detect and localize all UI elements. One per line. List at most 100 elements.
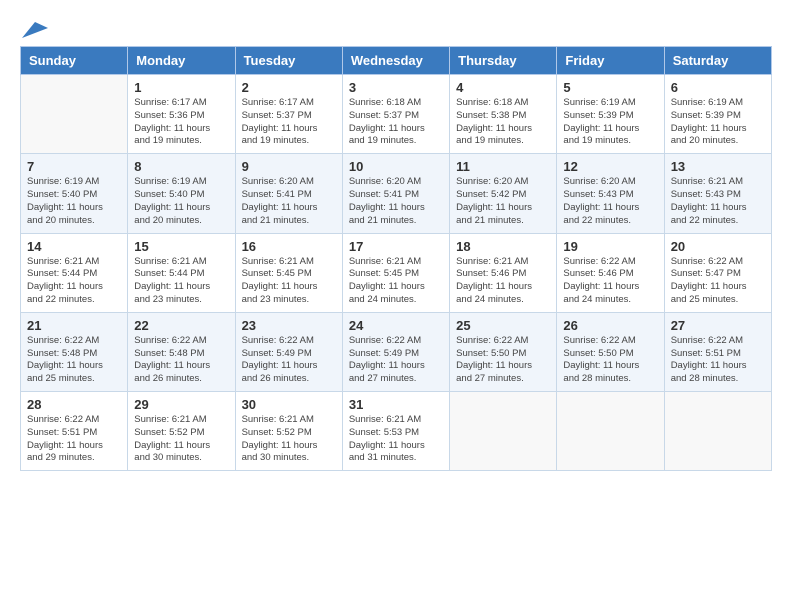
cell-info: Sunrise: 6:21 AMSunset: 5:46 PMDaylight:…: [456, 256, 550, 307]
calendar-cell: 2 Sunrise: 6:17 AMSunset: 5:37 PMDaylight…: [235, 75, 342, 154]
calendar-header-row: SundayMondayTuesdayWednesdayThursdayFrid…: [21, 47, 772, 75]
cell-info: Sunrise: 6:22 AMSunset: 5:49 PMDaylight:…: [349, 335, 443, 386]
cell-info: Sunrise: 6:21 AMSunset: 5:53 PMDaylight:…: [349, 414, 443, 465]
cell-info: Sunrise: 6:20 AMSunset: 5:42 PMDaylight:…: [456, 176, 550, 227]
logo: [20, 20, 48, 36]
cell-info: Sunrise: 6:22 AMSunset: 5:47 PMDaylight:…: [671, 256, 765, 307]
cell-info: Sunrise: 6:18 AMSunset: 5:37 PMDaylight:…: [349, 97, 443, 148]
day-number: 25: [456, 318, 550, 333]
calendar-cell: 13 Sunrise: 6:21 AMSunset: 5:43 PMDayligh…: [664, 154, 771, 233]
cell-info: Sunrise: 6:18 AMSunset: 5:38 PMDaylight:…: [456, 97, 550, 148]
calendar-cell: [450, 392, 557, 471]
day-number: 26: [563, 318, 657, 333]
day-header-friday: Friday: [557, 47, 664, 75]
cell-info: Sunrise: 6:21 AMSunset: 5:43 PMDaylight:…: [671, 176, 765, 227]
day-header-sunday: Sunday: [21, 47, 128, 75]
cell-info: Sunrise: 6:22 AMSunset: 5:48 PMDaylight:…: [27, 335, 121, 386]
cell-info: Sunrise: 6:17 AMSunset: 5:36 PMDaylight:…: [134, 97, 228, 148]
cell-info: Sunrise: 6:22 AMSunset: 5:46 PMDaylight:…: [563, 256, 657, 307]
cell-info: Sunrise: 6:22 AMSunset: 5:50 PMDaylight:…: [456, 335, 550, 386]
day-header-saturday: Saturday: [664, 47, 771, 75]
calendar-cell: [557, 392, 664, 471]
day-number: 4: [456, 80, 550, 95]
calendar-cell: 22 Sunrise: 6:22 AMSunset: 5:48 PMDayligh…: [128, 312, 235, 391]
cell-info: Sunrise: 6:19 AMSunset: 5:39 PMDaylight:…: [671, 97, 765, 148]
day-number: 19: [563, 239, 657, 254]
calendar-cell: 1 Sunrise: 6:17 AMSunset: 5:36 PMDaylight…: [128, 75, 235, 154]
calendar-cell: 14 Sunrise: 6:21 AMSunset: 5:44 PMDayligh…: [21, 233, 128, 312]
day-number: 12: [563, 159, 657, 174]
day-number: 2: [242, 80, 336, 95]
calendar-cell: 11 Sunrise: 6:20 AMSunset: 5:42 PMDayligh…: [450, 154, 557, 233]
day-number: 27: [671, 318, 765, 333]
cell-info: Sunrise: 6:19 AMSunset: 5:40 PMDaylight:…: [134, 176, 228, 227]
cell-info: Sunrise: 6:21 AMSunset: 5:52 PMDaylight:…: [242, 414, 336, 465]
day-header-thursday: Thursday: [450, 47, 557, 75]
day-number: 14: [27, 239, 121, 254]
day-number: 20: [671, 239, 765, 254]
cell-info: Sunrise: 6:17 AMSunset: 5:37 PMDaylight:…: [242, 97, 336, 148]
calendar-cell: 5Sunrise: 6:19 AMSunset: 5:39 PMDaylight…: [557, 75, 664, 154]
cell-info: Sunrise: 6:22 AMSunset: 5:49 PMDaylight:…: [242, 335, 336, 386]
calendar-cell: 10Sunrise: 6:20 AMSunset: 5:41 PMDayligh…: [342, 154, 449, 233]
calendar-cell: 29 Sunrise: 6:21 AMSunset: 5:52 PMDayligh…: [128, 392, 235, 471]
calendar-cell: 26 Sunrise: 6:22 AMSunset: 5:50 PMDayligh…: [557, 312, 664, 391]
calendar-cell: 16 Sunrise: 6:21 AMSunset: 5:45 PMDayligh…: [235, 233, 342, 312]
cell-info: Sunrise: 6:21 AMSunset: 5:45 PMDaylight:…: [349, 256, 443, 307]
calendar-cell: 8Sunrise: 6:19 AMSunset: 5:40 PMDaylight…: [128, 154, 235, 233]
calendar-cell: [664, 392, 771, 471]
day-number: 16: [242, 239, 336, 254]
day-number: 31: [349, 397, 443, 412]
day-number: 5: [563, 80, 657, 95]
calendar-cell: 3 Sunrise: 6:18 AMSunset: 5:37 PMDaylight…: [342, 75, 449, 154]
day-number: 9: [242, 159, 336, 174]
cell-info: Sunrise: 6:22 AMSunset: 5:51 PMDaylight:…: [27, 414, 121, 465]
calendar-cell: 19 Sunrise: 6:22 AMSunset: 5:46 PMDayligh…: [557, 233, 664, 312]
cell-info: Sunrise: 6:21 AMSunset: 5:44 PMDaylight:…: [134, 256, 228, 307]
calendar-cell: 18Sunrise: 6:21 AMSunset: 5:46 PMDayligh…: [450, 233, 557, 312]
calendar-cell: 24Sunrise: 6:22 AMSunset: 5:49 PMDayligh…: [342, 312, 449, 391]
cell-info: Sunrise: 6:20 AMSunset: 5:41 PMDaylight:…: [349, 176, 443, 227]
day-header-monday: Monday: [128, 47, 235, 75]
cell-info: Sunrise: 6:21 AMSunset: 5:45 PMDaylight:…: [242, 256, 336, 307]
day-number: 22: [134, 318, 228, 333]
cell-info: Sunrise: 6:19 AMSunset: 5:40 PMDaylight:…: [27, 176, 121, 227]
page-header: [20, 20, 772, 36]
calendar-cell: 15 Sunrise: 6:21 AMSunset: 5:44 PMDayligh…: [128, 233, 235, 312]
day-number: 13: [671, 159, 765, 174]
day-number: 15: [134, 239, 228, 254]
day-number: 21: [27, 318, 121, 333]
calendar-cell: 4 Sunrise: 6:18 AMSunset: 5:38 PMDaylight…: [450, 75, 557, 154]
calendar-cell: 12 Sunrise: 6:20 AMSunset: 5:43 PMDayligh…: [557, 154, 664, 233]
calendar-week-row: 28 Sunrise: 6:22 AMSunset: 5:51 PMDayligh…: [21, 392, 772, 471]
calendar-cell: 28 Sunrise: 6:22 AMSunset: 5:51 PMDayligh…: [21, 392, 128, 471]
cell-info: Sunrise: 6:20 AMSunset: 5:43 PMDaylight:…: [563, 176, 657, 227]
cell-info: Sunrise: 6:22 AMSunset: 5:48 PMDaylight:…: [134, 335, 228, 386]
cell-info: Sunrise: 6:20 AMSunset: 5:41 PMDaylight:…: [242, 176, 336, 227]
calendar-cell: 27 Sunrise: 6:22 AMSunset: 5:51 PMDayligh…: [664, 312, 771, 391]
cell-info: Sunrise: 6:22 AMSunset: 5:51 PMDaylight:…: [671, 335, 765, 386]
cell-info: Sunrise: 6:21 AMSunset: 5:44 PMDaylight:…: [27, 256, 121, 307]
cell-info: Sunrise: 6:21 AMSunset: 5:52 PMDaylight:…: [134, 414, 228, 465]
calendar-cell: 25 Sunrise: 6:22 AMSunset: 5:50 PMDayligh…: [450, 312, 557, 391]
day-number: 1: [134, 80, 228, 95]
cell-info: Sunrise: 6:22 AMSunset: 5:50 PMDaylight:…: [563, 335, 657, 386]
day-number: 11: [456, 159, 550, 174]
day-number: 30: [242, 397, 336, 412]
calendar-cell: [21, 75, 128, 154]
calendar-cell: 17 Sunrise: 6:21 AMSunset: 5:45 PMDayligh…: [342, 233, 449, 312]
day-number: 28: [27, 397, 121, 412]
calendar-week-row: 7Sunrise: 6:19 AMSunset: 5:40 PMDaylight…: [21, 154, 772, 233]
day-number: 29: [134, 397, 228, 412]
day-number: 3: [349, 80, 443, 95]
calendar-cell: 31 Sunrise: 6:21 AMSunset: 5:53 PMDayligh…: [342, 392, 449, 471]
day-number: 23: [242, 318, 336, 333]
calendar-cell: 9 Sunrise: 6:20 AMSunset: 5:41 PMDaylight…: [235, 154, 342, 233]
calendar-week-row: 14 Sunrise: 6:21 AMSunset: 5:44 PMDayligh…: [21, 233, 772, 312]
day-header-tuesday: Tuesday: [235, 47, 342, 75]
calendar-cell: 20 Sunrise: 6:22 AMSunset: 5:47 PMDayligh…: [664, 233, 771, 312]
calendar-week-row: 21 Sunrise: 6:22 AMSunset: 5:48 PMDayligh…: [21, 312, 772, 391]
calendar-cell: 30 Sunrise: 6:21 AMSunset: 5:52 PMDayligh…: [235, 392, 342, 471]
day-number: 17: [349, 239, 443, 254]
calendar-cell: 6Sunrise: 6:19 AMSunset: 5:39 PMDaylight…: [664, 75, 771, 154]
